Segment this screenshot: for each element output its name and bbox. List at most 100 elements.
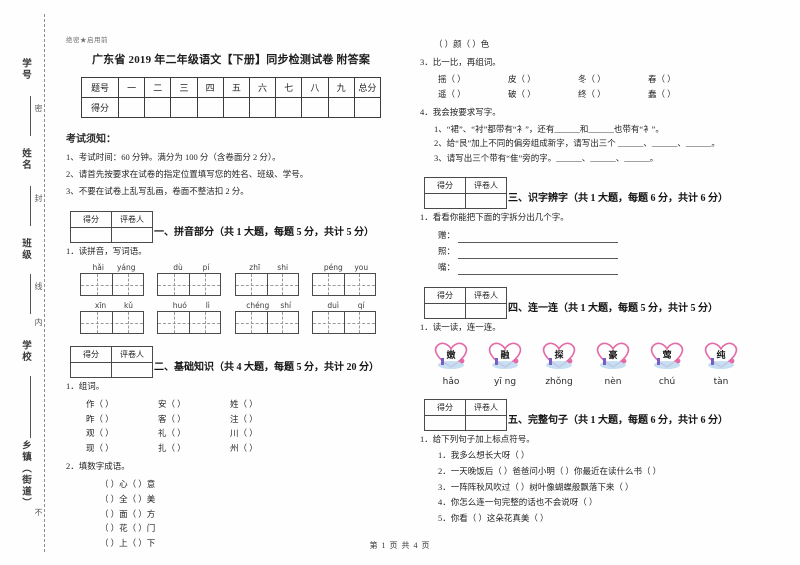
compare-cell[interactable]: 皮（ ） [508,72,578,87]
question-item-2-4-2[interactable]: 2、给“艮”加上不同的偏旁组成新字，请写出三个 ______、______、__… [434,136,750,150]
compare-cell[interactable]: 春（ ） [648,72,718,87]
question-item-2-4-3[interactable]: 3、请写出三个带有“隹”旁的字。______、______、______。 [434,151,750,165]
pinyin-text-dupi: dù pí [157,263,225,272]
section-sentences: 得分 评卷人 五、完整句子（共 1 大题，每题 6 分，共计 6 分） 1．给下… [420,398,750,527]
grader-box-2: 得分 评卷人 [70,346,153,379]
heart-item-4[interactable]: 豪 [588,339,638,371]
heart-item-1[interactable]: 嫩 [426,339,476,371]
seal-field-label-banji: 班级 [20,238,30,261]
grader-input-score-2[interactable] [70,362,112,379]
section-title-1: 一、拼音部分（共 1 大题，每题 5 分，共计 5 分） [154,226,374,238]
writing-grid[interactable] [234,273,299,297]
list-item[interactable]: 3．一阵阵秋风吹过（ ）树叶像蝴蝶般飘落下来（ ） [438,480,750,496]
score-cell-3[interactable] [170,97,198,118]
answer-rule[interactable] [458,249,619,259]
grader-label-score-4: 得分 [424,287,466,305]
list-item[interactable]: 2．一天晚饭后（ ）爸爸问小明（ ）你最近在读什么书（ ） [438,464,750,480]
list-item[interactable]: 4．你怎么连一句完整的话也不会说呀（ ） [438,495,750,511]
pinyin-syllable: you [354,263,369,273]
pinyin-option-2[interactable]: yī ng [480,377,530,387]
list-item[interactable]: 1．我多么想长大呀（ ） [438,448,750,464]
word-cell[interactable]: 扎（ ） [158,441,230,456]
pinyin-syllable: shí [280,301,292,311]
question-label-4-1: 1．读一读，连一连。 [420,322,501,333]
pinyin-option-4[interactable]: nèn [588,377,638,387]
section-header-1: 得分 评卷人 一、拼音部分（共 1 大题，每题 5 分，共计 5 分） [66,210,396,243]
word-cell[interactable]: 昨（ ） [86,412,158,427]
word-cell[interactable]: 礼（ ） [158,426,230,441]
word-formation-group: 作（ ） 安（ ） 姓（ ） 昨（ ） 客（ ） 注（ ） 观（ ） 礼（ ） … [86,397,396,457]
grader-input-marker-3[interactable] [465,193,507,210]
word-cell[interactable]: 注（ ） [230,412,302,427]
writing-grid[interactable] [157,273,222,297]
grader-input-score-3[interactable] [424,193,466,210]
list-item[interactable]: （ ）心（ ）意 [100,477,396,492]
compare-cell[interactable]: 终（ ） [578,87,648,102]
question-item-2-4-1[interactable]: 1、“裙”、“衬”都带有“衤”，还有______和______也带有“衤”。 [434,122,750,136]
compare-cell[interactable]: 冬（ ） [578,72,648,87]
pinyin-cell-haiyang: hǎi yáng [80,263,148,297]
writing-grid[interactable] [80,311,144,335]
heart-item-3[interactable]: 探 [534,339,584,371]
seal-sub-bu: 不 [34,508,43,516]
score-cell-6[interactable] [248,97,277,118]
word-cell[interactable]: 姓（ ） [230,397,302,412]
compare-cell[interactable]: 摇（ ） [438,72,508,87]
list-item[interactable]: 5．你看（ ）这朵花真美（ ） [438,511,750,527]
list-item[interactable]: （ ）颜（ ）色 [434,37,750,52]
word-cell[interactable]: 现（ ） [86,441,158,456]
score-cell-total[interactable] [353,97,382,118]
question-label-2-1: 1．组词。 [66,381,105,392]
pinyin-option-6[interactable]: tàn [696,377,746,387]
score-col-7: 七 [275,77,303,98]
word-cell[interactable]: 观（ ） [86,426,158,441]
heart-item-5[interactable]: 莺 [642,339,692,371]
score-cell-9[interactable] [327,97,355,118]
heart-character: 探 [554,349,564,360]
seal-sub-mi: 密 [34,104,43,112]
table-row-question-numbers: 题号 一 二 三 四 五 六 七 八 九 总分 [81,77,382,98]
pinyin-cell-chengshi: chéng shí [234,301,303,335]
word-cell[interactable]: 川（ ） [230,426,302,441]
heart-item-6[interactable]: 纯 [696,339,746,371]
writing-grid[interactable] [157,311,222,335]
score-cell-7[interactable] [275,97,303,118]
writing-grid[interactable] [311,273,376,297]
pinyin-option-1[interactable]: hǎo [426,377,476,387]
compare-cell[interactable]: 蠢（ ） [648,87,718,102]
pinyin-match-row: hǎo yī ng zhǒng nèn chú tàn [426,377,746,387]
answer-rule[interactable] [458,265,619,276]
seal-field-label-xingming: 姓名 [20,148,30,171]
compare-cell[interactable]: 破（ ） [508,87,578,102]
grader-input-score-5[interactable] [424,414,466,431]
writing-grid[interactable] [80,273,144,297]
notice-title: 考试须知： [66,134,116,145]
writing-grid[interactable] [311,311,376,335]
split-char-row-2: 照： [438,243,750,259]
word-cell[interactable]: 州（ ） [230,441,302,456]
grader-input-marker-2[interactable] [111,362,153,379]
grader-input-score-1[interactable] [70,226,112,243]
grader-input-marker-4[interactable] [465,303,507,320]
pinyin-option-3[interactable]: zhǒng [534,377,584,387]
writing-grid[interactable] [234,311,299,335]
list-item[interactable]: （ ）花（ ）门 [100,521,396,536]
answer-rule[interactable] [458,233,619,243]
score-cell-8[interactable] [301,97,329,118]
word-cell[interactable]: 作（ ） [86,397,158,412]
grader-input-marker-1[interactable] [111,226,153,243]
compare-cell[interactable]: 遥（ ） [438,87,508,102]
pinyin-syllable: huó [172,301,187,311]
score-cell-5[interactable] [222,97,250,118]
score-cell-2[interactable] [144,97,172,118]
list-item[interactable]: （ ）全（ ）美 [100,492,396,507]
list-item[interactable]: （ ）面（ ）方 [100,507,396,522]
grader-input-score-4[interactable] [424,303,466,320]
word-cell[interactable]: 安（ ） [158,397,230,412]
word-cell[interactable]: 客（ ） [158,412,230,427]
grader-input-marker-5[interactable] [465,414,507,431]
pinyin-option-5[interactable]: chú [642,377,692,387]
heart-item-2[interactable]: 融 [480,339,530,371]
score-cell-1[interactable] [117,97,146,118]
score-cell-4[interactable] [196,97,224,118]
